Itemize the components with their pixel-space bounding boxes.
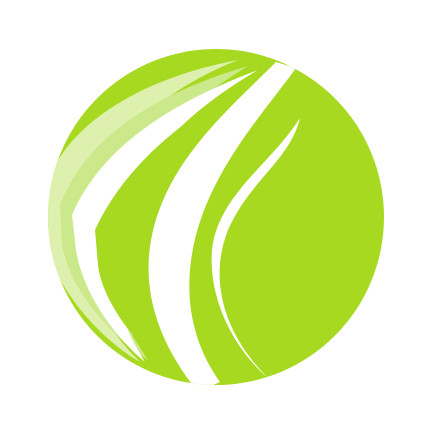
leaf-swirl-icon — [48, 49, 384, 385]
logo-canvas — [0, 0, 434, 434]
leaf-logo — [0, 0, 434, 434]
